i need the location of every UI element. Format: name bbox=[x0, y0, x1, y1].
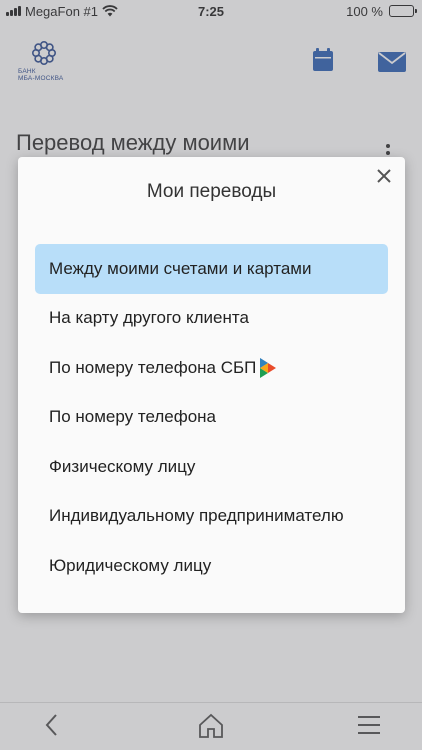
menu-item-label: Физическому лицу bbox=[49, 456, 196, 476]
menu-item-individual[interactable]: Физическому лицу bbox=[35, 442, 388, 492]
modal-title: Мои переводы bbox=[146, 181, 277, 202]
transfer-type-list: Между моими счетами и картами На карту д… bbox=[35, 244, 388, 591]
menu-item-by-phone-sbp[interactable]: По номеру телефона СБП bbox=[35, 343, 388, 393]
menu-item-entrepreneur[interactable]: Индивидуальному предпринимателю bbox=[35, 492, 388, 542]
menu-item-label: Юридическому лицу bbox=[49, 555, 212, 575]
menu-item-label: По номеру телефона bbox=[49, 407, 217, 427]
menu-item-label: Индивидуальному предпринимателю bbox=[49, 506, 344, 526]
sbp-logo-icon bbox=[260, 357, 277, 378]
menu-item-legal-entity[interactable]: Юридическому лицу bbox=[35, 541, 388, 591]
menu-item-between-own-accounts[interactable]: Между моими счетами и картами bbox=[35, 244, 388, 294]
menu-item-label: Между моими счетами и картами bbox=[49, 258, 312, 278]
menu-item-by-phone[interactable]: По номеру телефона bbox=[35, 393, 388, 443]
transfers-modal: Мои переводы Между моими счетами и карта… bbox=[18, 157, 405, 613]
menu-item-label: По номеру телефона СБП bbox=[49, 357, 257, 377]
menu-item-to-other-client-card[interactable]: На карту другого клиента bbox=[35, 294, 388, 344]
menu-item-label: На карту другого клиента bbox=[49, 308, 249, 328]
